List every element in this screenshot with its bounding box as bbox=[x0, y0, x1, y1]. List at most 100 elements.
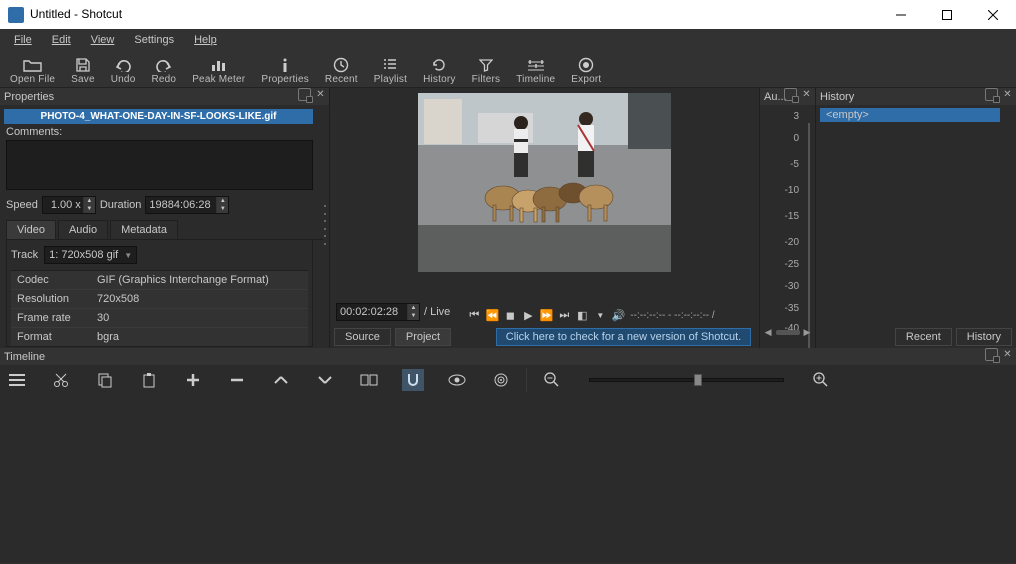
stop-button[interactable]: ◼ bbox=[502, 307, 518, 323]
comments-label: Comments: bbox=[6, 126, 329, 138]
peak-meter-button[interactable]: Peak Meter bbox=[184, 51, 253, 87]
close-button[interactable] bbox=[970, 0, 1016, 29]
clock-icon bbox=[330, 56, 352, 74]
tl-overwrite-button[interactable] bbox=[314, 369, 336, 391]
window-title: Untitled - Shotcut bbox=[30, 0, 878, 29]
duration-spinner[interactable]: ▲▼ bbox=[145, 196, 229, 214]
scroll-left-icon[interactable]: ◀ bbox=[765, 327, 772, 338]
tl-zoom-slider[interactable] bbox=[589, 378, 784, 382]
history-item-empty[interactable]: <empty> bbox=[820, 108, 1000, 122]
titlebar: Untitled - Shotcut bbox=[0, 0, 1016, 29]
detach-icon[interactable] bbox=[985, 88, 998, 101]
close-panel-icon[interactable]: ✕ bbox=[1001, 88, 1014, 101]
project-tab[interactable]: Project bbox=[395, 328, 451, 346]
audio-meter-panel: Au... ✕ 3 0 -5 -10 -15 -20 -25 -30 -35 -… bbox=[760, 88, 816, 348]
tl-split-button[interactable] bbox=[358, 369, 380, 391]
timecode-value[interactable] bbox=[337, 306, 407, 318]
speed-label: Speed bbox=[6, 199, 38, 211]
comments-input[interactable] bbox=[6, 140, 313, 190]
maximize-button[interactable] bbox=[924, 0, 970, 29]
close-panel-icon[interactable]: ✕ bbox=[1001, 348, 1014, 361]
filters-button[interactable]: Filters bbox=[464, 51, 509, 87]
tl-zoom-in-button[interactable] bbox=[810, 369, 832, 391]
folder-open-icon bbox=[22, 56, 44, 74]
timecode-spinner[interactable]: ▲▼ bbox=[336, 303, 420, 321]
meter-track bbox=[808, 123, 810, 348]
undo-button[interactable]: Undo bbox=[103, 51, 144, 87]
main-toolbar: Open File Save Undo Redo Peak Meter Prop… bbox=[0, 50, 1016, 88]
scroll-right-icon[interactable]: ▶ bbox=[804, 327, 811, 338]
menu-view[interactable]: View bbox=[81, 32, 125, 48]
track-label: Track bbox=[11, 249, 38, 261]
properties-panel: Properties ✕ PHOTO-4_WHAT-ONE-DAY-IN-SF-… bbox=[0, 88, 330, 348]
meter-scrollbar[interactable] bbox=[776, 330, 800, 335]
speed-spinner[interactable]: ▲▼ bbox=[42, 196, 96, 214]
skip-previous-button[interactable]: ⏮ bbox=[466, 307, 482, 323]
tab-metadata[interactable]: Metadata bbox=[110, 220, 178, 239]
history-tab[interactable]: History bbox=[956, 328, 1012, 346]
history-panel: History ✕ <empty> Recent History bbox=[816, 88, 1016, 348]
open-file-button[interactable]: Open File bbox=[2, 51, 63, 87]
tab-audio[interactable]: Audio bbox=[58, 220, 108, 239]
speed-value[interactable] bbox=[43, 199, 83, 211]
menu-help[interactable]: Help bbox=[184, 32, 227, 48]
recent-button[interactable]: Recent bbox=[317, 51, 366, 87]
export-button[interactable]: Export bbox=[563, 51, 609, 87]
tl-zoom-out-button[interactable] bbox=[541, 369, 563, 391]
tl-lift-button[interactable] bbox=[270, 369, 292, 391]
preview-panel: ▲▼ / Live ⏮ ⏪ ◼ ▶ ⏩ ⏭ ◧ ▼ 🔊 --:--:--:-- … bbox=[330, 88, 760, 348]
volume-button[interactable]: 🔊 bbox=[610, 307, 626, 323]
update-banner[interactable]: Click here to check for a new version of… bbox=[496, 328, 751, 346]
properties-button[interactable]: Properties bbox=[253, 51, 317, 87]
close-panel-icon[interactable]: ✕ bbox=[800, 88, 813, 101]
tl-menu-button[interactable] bbox=[6, 369, 28, 391]
info-icon bbox=[274, 56, 296, 74]
chevron-down-icon: ▼ bbox=[124, 251, 132, 260]
timeline-icon bbox=[525, 56, 547, 74]
preview-viewport[interactable] bbox=[418, 93, 671, 272]
duration-value[interactable] bbox=[146, 199, 216, 211]
tl-remove-button[interactable] bbox=[226, 369, 248, 391]
tl-snap-button[interactable] bbox=[402, 369, 424, 391]
tl-copy-button[interactable] bbox=[94, 369, 116, 391]
tl-ripple-button[interactable] bbox=[490, 369, 512, 391]
play-button[interactable]: ▶ bbox=[520, 307, 536, 323]
redo-button[interactable]: Redo bbox=[143, 51, 184, 87]
source-tab[interactable]: Source bbox=[334, 328, 391, 346]
list-icon bbox=[379, 56, 401, 74]
redo-icon bbox=[153, 56, 175, 74]
slider-handle[interactable] bbox=[694, 374, 702, 386]
record-icon bbox=[575, 56, 597, 74]
history-button[interactable]: History bbox=[415, 51, 464, 87]
recent-tab[interactable]: Recent bbox=[895, 328, 952, 346]
chevron-down-icon[interactable]: ▼ bbox=[592, 307, 608, 323]
save-button[interactable]: Save bbox=[63, 51, 103, 87]
funnel-icon bbox=[475, 56, 497, 74]
menu-file[interactable]: File bbox=[4, 32, 42, 48]
tl-paste-button[interactable] bbox=[138, 369, 160, 391]
track-dropdown[interactable]: 1: 720x508 gif▼ bbox=[44, 246, 137, 264]
zoom-fit-button[interactable]: ◧ bbox=[574, 307, 590, 323]
playlist-button[interactable]: Playlist bbox=[366, 51, 415, 87]
menubar: File Edit View Settings Help bbox=[0, 29, 1016, 50]
close-panel-icon[interactable]: ✕ bbox=[314, 88, 327, 101]
app-icon bbox=[8, 7, 24, 23]
floppy-icon bbox=[72, 56, 94, 74]
tl-scrub-button[interactable] bbox=[446, 369, 468, 391]
source-filename[interactable]: PHOTO-4_WHAT-ONE-DAY-IN-SF-LOOKS-LIKE.gi… bbox=[4, 109, 313, 124]
skip-next-button[interactable]: ⏭ bbox=[556, 307, 572, 323]
detach-icon[interactable] bbox=[784, 88, 797, 101]
tl-append-button[interactable] bbox=[182, 369, 204, 391]
detach-icon[interactable] bbox=[985, 348, 998, 361]
rewind-button[interactable]: ⏪ bbox=[484, 307, 500, 323]
tab-video[interactable]: Video bbox=[6, 220, 56, 239]
menu-edit[interactable]: Edit bbox=[42, 32, 81, 48]
timeline-button[interactable]: Timeline bbox=[508, 51, 563, 87]
detach-icon[interactable] bbox=[298, 88, 311, 101]
tl-cut-button[interactable] bbox=[50, 369, 72, 391]
live-label: / Live bbox=[424, 306, 450, 318]
minimize-button[interactable] bbox=[878, 0, 924, 29]
fast-forward-button[interactable]: ⏩ bbox=[538, 307, 554, 323]
peak-meter-icon bbox=[208, 56, 230, 74]
menu-settings[interactable]: Settings bbox=[124, 32, 184, 48]
